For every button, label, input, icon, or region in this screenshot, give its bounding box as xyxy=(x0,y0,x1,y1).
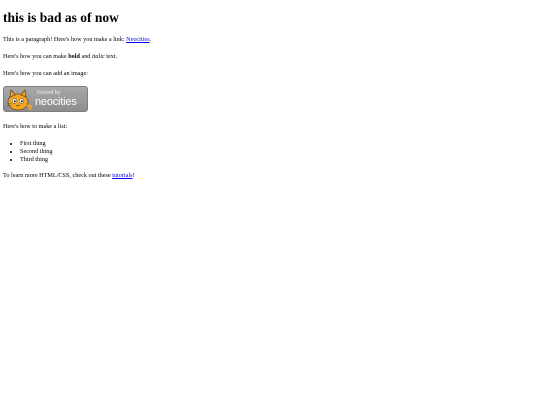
intro-text: This is a paragraph! Here's how you make… xyxy=(3,36,127,44)
learn-more-after: ! xyxy=(132,172,135,180)
list-item: Third thing xyxy=(20,156,537,164)
intro-after: . xyxy=(149,36,152,44)
paragraph-learn-more: To learn more HTML/CSS, check out these … xyxy=(3,172,537,180)
list-item: Second thing xyxy=(20,148,537,156)
italic-text: italic xyxy=(91,52,105,60)
learn-more-text: To learn more HTML/CSS, check out these xyxy=(3,172,113,180)
bold-text: bold xyxy=(68,52,80,60)
tutorials-link[interactable]: tutorials xyxy=(112,172,132,179)
formatting-after: text. xyxy=(104,52,118,60)
list-item: First thing xyxy=(20,140,537,148)
formatting-middle: and xyxy=(79,52,92,60)
paragraph-list: Here's how to make a list: xyxy=(3,123,68,131)
thing-list: First thing Second thing Third thing xyxy=(3,140,537,163)
paragraph-formatting: Here's how you can make bold and italic … xyxy=(3,53,537,61)
paragraph-intro: This is a paragraph! Here's how you make… xyxy=(3,36,537,44)
badge-brand-text: neocities xyxy=(35,96,77,109)
page: this is bad as of now This is a paragrap… xyxy=(0,0,540,405)
neocities-cat-icon xyxy=(6,89,32,111)
paragraph-image: Here's how you can add an image: xyxy=(3,69,88,77)
hosted-by-neocities-badge: hosted by neocities xyxy=(3,86,88,113)
formatting-before: Here's how you can make xyxy=(3,52,69,60)
page-title: this is bad as of now xyxy=(3,10,119,25)
neocities-link[interactable]: Neocities xyxy=(126,36,149,43)
